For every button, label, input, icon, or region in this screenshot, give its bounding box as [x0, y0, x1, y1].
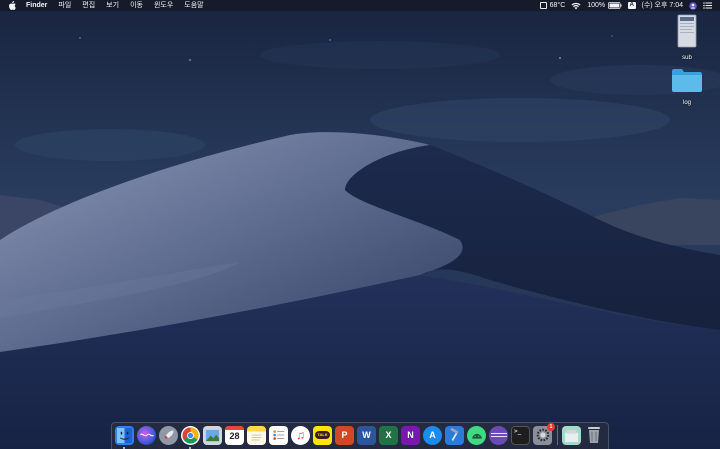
dock-powerpoint[interactable]: P: [335, 425, 354, 445]
dock-finder[interactable]: [115, 425, 134, 449]
word-icon: W: [362, 430, 371, 440]
folder-icon: [672, 69, 702, 92]
dock-onenote[interactable]: N: [401, 425, 420, 445]
battery-status[interactable]: 100%: [587, 0, 622, 11]
onenote-icon: N: [407, 430, 414, 440]
terminal-prompt-icon: >_: [514, 427, 522, 435]
reminders-icon: [272, 430, 284, 440]
dock-itunes[interactable]: ♫: [291, 425, 310, 445]
menu-edit[interactable]: 편집: [82, 0, 95, 11]
desktop-item-sub[interactable]: sub: [667, 14, 707, 62]
cpu-chip-icon: [539, 2, 547, 9]
wifi-status[interactable]: [571, 2, 581, 10]
temperature-value: 68°C: [549, 2, 566, 9]
user-avatar-icon: [689, 1, 697, 10]
finder-icon: [117, 427, 132, 443]
dock-preview[interactable]: [203, 425, 222, 445]
siri-icon: [139, 433, 154, 437]
kakaotalk-icon: TALK: [315, 431, 330, 439]
dock-calendar[interactable]: 28: [225, 425, 244, 445]
battery-icon: [608, 2, 622, 9]
dock: 28 ♫ TALK P W X N A >_ 1: [111, 422, 609, 449]
desktop-item-label: log: [682, 100, 691, 106]
music-note-icon: ♫: [296, 428, 305, 442]
dock-app-store[interactable]: A: [423, 425, 442, 445]
menu-bar: Finder 파일 편집 보기 이동 윈도우 도움말 68°C 100% A (…: [0, 0, 720, 11]
dock-notes[interactable]: [247, 425, 266, 445]
visual-studio-icon: [490, 433, 507, 437]
dock-trash[interactable]: [584, 426, 603, 445]
document-icon: [677, 14, 697, 48]
clock[interactable]: (수) 오후 7:04: [642, 0, 684, 11]
input-source[interactable]: A: [628, 2, 636, 9]
apple-menu-icon[interactable]: [8, 1, 16, 10]
downloads-stack-icon: [565, 429, 578, 442]
dock-xcode[interactable]: [445, 425, 464, 445]
menu-file[interactable]: 파일: [58, 0, 71, 11]
temperature-monitor[interactable]: 68°C: [539, 0, 566, 11]
hammer-icon: [449, 428, 458, 441]
menu-go[interactable]: 이동: [130, 0, 143, 11]
excel-icon: X: [385, 430, 392, 440]
menu-finder[interactable]: Finder: [26, 0, 47, 11]
dock-downloads[interactable]: [562, 425, 581, 445]
gear-icon: [536, 428, 549, 442]
menu-help[interactable]: 도움말: [184, 0, 203, 11]
menu-window[interactable]: 윈도우: [154, 0, 173, 11]
preview-icon: [205, 429, 220, 441]
notes-icon: [251, 434, 262, 440]
dock-siri[interactable]: [137, 425, 156, 445]
desktop-item-log[interactable]: log: [667, 67, 707, 107]
menu-view[interactable]: 보기: [106, 0, 119, 11]
user-account[interactable]: [689, 1, 697, 10]
dock-excel[interactable]: X: [379, 425, 398, 445]
desktop-item-label: sub: [682, 55, 692, 61]
dock-kakaotalk[interactable]: TALK: [313, 425, 332, 445]
dock-visual-studio[interactable]: [489, 425, 508, 445]
running-indicator: [189, 446, 191, 449]
dock-system-preferences[interactable]: 1: [533, 422, 555, 445]
chrome-icon: [182, 427, 199, 443]
list-menu-icon: [703, 2, 712, 9]
notification-badge: 1: [547, 422, 555, 431]
powerpoint-icon: P: [341, 430, 348, 440]
date-time: (수) 오후 7:04: [641, 2, 684, 9]
input-source-label: A: [628, 2, 636, 9]
calendar-day: 28: [229, 430, 240, 441]
notification-center[interactable]: [703, 2, 712, 9]
battery-percentage: 100%: [587, 2, 606, 9]
wifi-icon: [571, 2, 581, 9]
dock-android-studio[interactable]: [467, 425, 486, 445]
dock-chrome[interactable]: [181, 425, 200, 449]
trash-icon: [587, 427, 600, 443]
desktop-wallpaper: [0, 0, 720, 449]
dock-launchpad[interactable]: [159, 425, 178, 445]
dock-word[interactable]: W: [357, 425, 376, 445]
dock-reminders[interactable]: [269, 425, 288, 445]
rocket-icon: [164, 430, 173, 439]
android-icon: [471, 433, 482, 439]
dock-terminal[interactable]: >_: [511, 425, 530, 445]
running-indicator: [123, 446, 125, 449]
dock-separator: [557, 425, 558, 445]
app-store-icon: A: [429, 430, 436, 440]
